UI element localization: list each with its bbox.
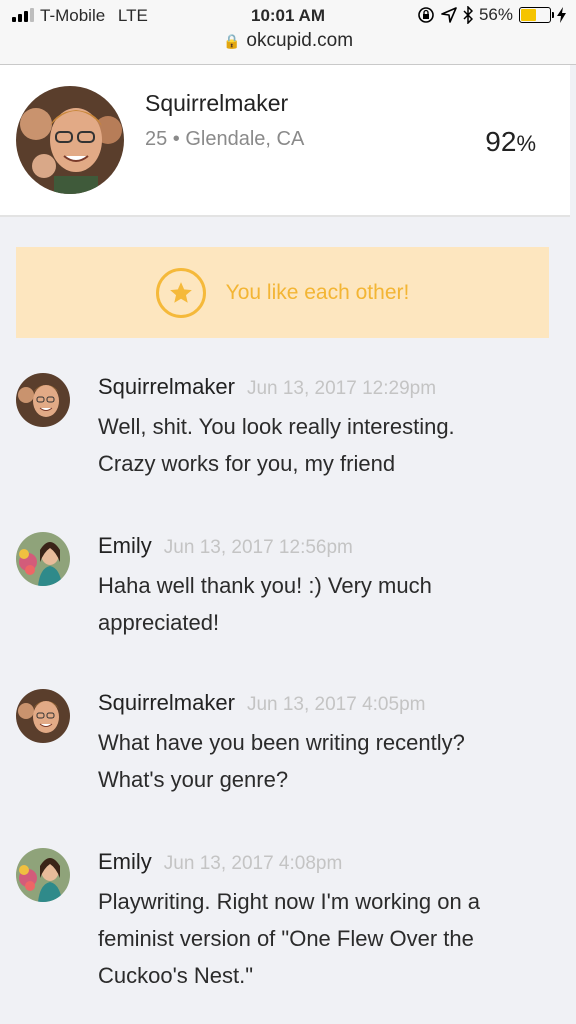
browser-top-bar: T-Mobile LTE 10:01 AM 56% 🔒 okcupid.com (0, 0, 576, 65)
url-text: okcupid.com (246, 30, 354, 51)
sender-name[interactable]: Emily (98, 533, 152, 558)
sender-avatar[interactable] (16, 689, 70, 743)
battery-level-fill (521, 9, 536, 21)
message-line: Cuckoo's Nest." (98, 963, 254, 988)
location-arrow-icon (441, 7, 457, 23)
sender-name[interactable]: Squirrelmaker (98, 690, 235, 715)
profile-age-location: 25 • Glendale, CA (145, 128, 305, 150)
sender-name[interactable]: Emily (98, 849, 152, 874)
rotation-lock-icon (418, 7, 434, 23)
message-body: What have you been writing recently? Wha… (98, 724, 558, 798)
star-icon (155, 267, 206, 318)
message-timestamp: Jun 13, 2017 4:08pm (163, 853, 343, 874)
profile-header[interactable]: Squirrelmaker 25 • Glendale, CA 92% (0, 65, 570, 217)
profile-username[interactable]: Squirrelmaker (145, 90, 288, 117)
message-body: Playwriting. Right now I'm working on a … (98, 883, 558, 994)
sender-avatar[interactable] (16, 848, 70, 902)
lock-icon: 🔒 (222, 33, 241, 49)
sender-avatar[interactable] (16, 532, 70, 586)
message-line: Haha well thank you! :) Very much (98, 573, 432, 598)
match-percentage: 92% (485, 126, 536, 158)
message-line: Crazy works for you, my friend (98, 451, 396, 476)
sender-name[interactable]: Squirrelmaker (98, 374, 235, 399)
message-line: Well, shit. You look really interesting. (98, 414, 455, 439)
message-timestamp: Jun 13, 2017 4:05pm (246, 694, 426, 715)
status-bar: T-Mobile LTE 10:01 AM 56% (0, 0, 576, 32)
mutual-like-banner: You like each other! (16, 247, 549, 338)
message-line: appreciated! (98, 610, 220, 635)
url-bar[interactable]: 🔒 okcupid.com (0, 30, 576, 52)
profile-avatar[interactable] (16, 86, 124, 194)
message-timestamp: Jun 13, 2017 12:56pm (163, 537, 353, 558)
message-line: feminist version of "One Flew Over the (98, 926, 474, 951)
message-line: What's your genre? (98, 767, 289, 792)
charging-bolt-icon (557, 7, 566, 23)
message-timestamp: Jun 13, 2017 12:29pm (246, 378, 437, 399)
match-value: 92 (485, 126, 517, 157)
message-line: Playwriting. Right now I'm working on a (98, 889, 481, 914)
mutual-like-text: You like each other! (225, 280, 410, 304)
match-unit: % (516, 131, 536, 156)
sender-avatar[interactable] (16, 373, 70, 427)
message-body: Well, shit. You look really interesting.… (98, 408, 558, 482)
battery-percent: 56% (478, 5, 513, 24)
bluetooth-icon (463, 6, 473, 24)
battery-icon (519, 7, 554, 23)
message-line: What have you been writing recently? (98, 730, 465, 755)
profile-photo (16, 86, 124, 194)
message-body: Haha well thank you! :) Very much apprec… (98, 567, 558, 641)
